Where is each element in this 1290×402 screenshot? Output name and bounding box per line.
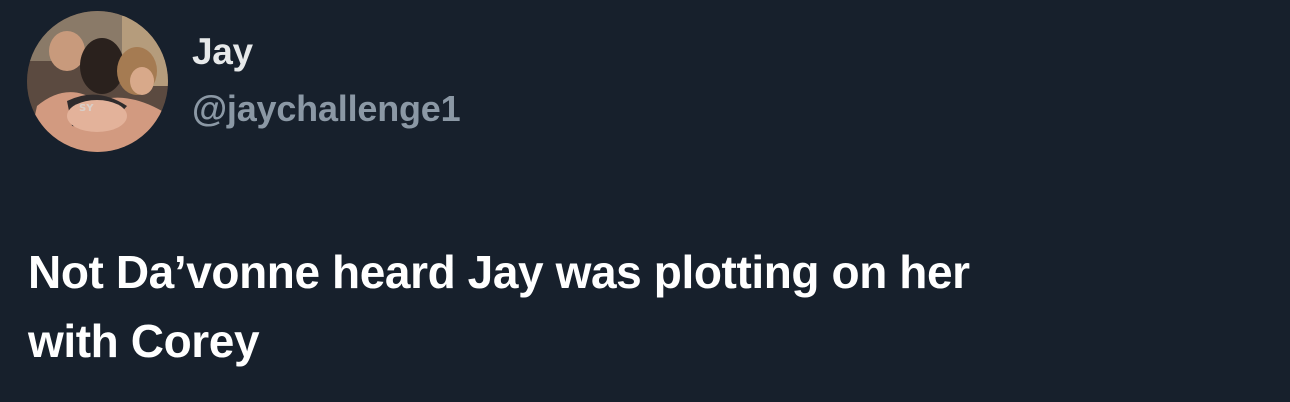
tweet-card: SY Jay @jaychallenge1 Not Da’vonne heard… (0, 0, 1290, 402)
profile-photo-icon: SY (27, 11, 168, 152)
author-display-name[interactable]: Jay (192, 30, 460, 74)
svg-text:SY: SY (79, 103, 94, 114)
avatar[interactable]: SY (27, 11, 168, 152)
tweet-author: Jay @jaychallenge1 (192, 30, 461, 130)
author-handle[interactable]: @jaychallenge1 (192, 88, 461, 130)
tweet-text: Not Da’vonne heard Jay was plotting on h… (28, 246, 970, 367)
